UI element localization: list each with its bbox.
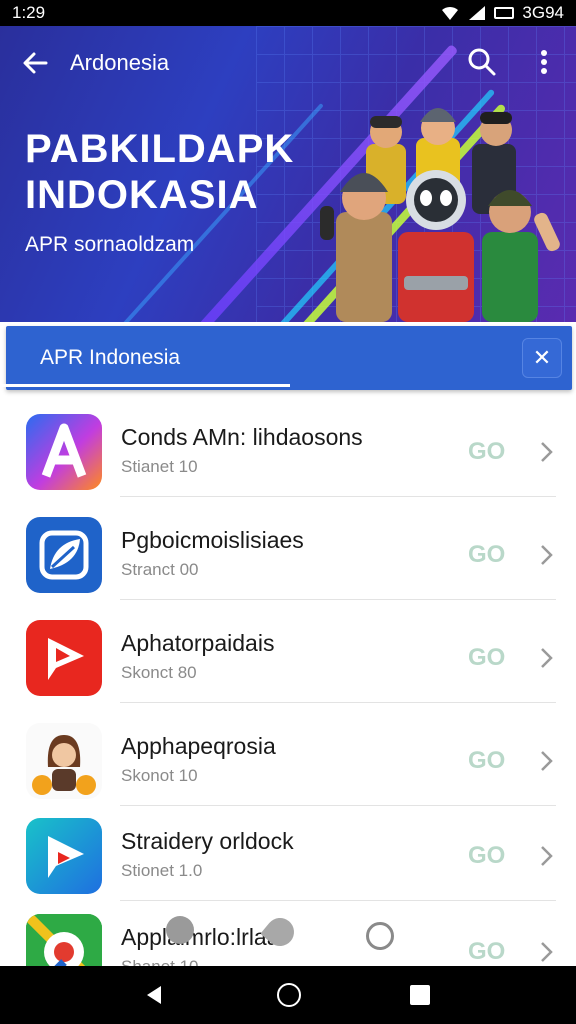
arrow-left-icon[interactable] [20,48,50,78]
chevron-right-icon [541,442,553,462]
status-clock-right: 3G94 [522,3,564,22]
nav-back-icon[interactable] [143,984,165,1006]
nav-recents-icon[interactable] [410,985,430,1005]
hero-title: PABKILDAPK INDOKASIA [25,127,295,217]
status-bar: 1:29 3G94 [0,0,576,26]
character-app-icon [26,723,102,799]
app-list: Conds AMn: lihdaosons Stianet 10 GO Pgbo… [0,394,576,966]
app-name: Aphatorpaidais [121,630,275,656]
app-bar-title: Ardonesia [70,50,170,75]
list-item[interactable]: Conds AMn: lihdaosons Stianet 10 GO [0,394,576,497]
wifi-icon [442,6,459,20]
go-button[interactable]: GO [468,541,505,569]
hero-banner: Ardonesia PABKILDAPK INDOKASIA APR sorna… [0,26,576,322]
app-name: Apphapeqrosia [121,733,276,759]
hero-subtitle: APR sornaoldzam [25,233,195,256]
status-icons: 3G94 [440,3,564,23]
app-meta: Shanet 10 [121,957,199,966]
app-name: Applalmrlo:lrlaa [121,924,280,950]
app-meta: Stranct 00 [121,560,199,579]
chevron-right-icon [541,751,553,771]
list-item[interactable]: Apphapeqrosia Skonot 10 GO [0,703,576,806]
section-title: APR Indonesia [40,346,181,369]
floating-sticker-icon[interactable] [366,922,394,950]
chevron-right-icon [541,545,553,565]
maps-app-icon [26,914,102,966]
app-meta: Stianet 10 [121,457,198,476]
app-meta: Skonct 80 [121,663,197,682]
system-nav-bar [0,966,576,1024]
search-icon[interactable] [466,46,498,78]
play-p-app-icon [26,620,102,696]
section-header: APR Indonesia ✕ [6,326,572,390]
go-button[interactable]: GO [468,938,505,966]
map-pin-app-icon [26,818,102,894]
section-tab-indicator [0,384,290,387]
go-button[interactable]: GO [468,438,505,466]
nav-home-icon[interactable] [277,983,301,1007]
list-item[interactable]: Aphatorpaidais Skonct 80 GO [0,600,576,703]
app-name: Straidery orldock [121,828,294,854]
list-item[interactable]: Straidery orldock Stionet 1.0 GO [0,798,576,901]
chevron-right-icon [541,846,553,866]
app-meta: Skonot 10 [121,766,198,785]
signal-icon [469,6,486,20]
floating-chat-icon[interactable] [166,916,194,944]
more-vertical-icon[interactable] [532,46,556,78]
leaf-app-icon [26,517,102,593]
list-item[interactable]: Pgboicmoislisiaes Stranct 00 GO [0,497,576,600]
hero-characters-illustration [320,108,560,322]
letter-a-app-icon [26,414,102,490]
app-name: Conds AMn: lihdaosons [121,424,363,450]
go-button[interactable]: GO [468,842,505,870]
chevron-right-icon [541,942,553,962]
app-meta: Stionet 1.0 [121,861,203,880]
battery-icon [494,7,515,19]
chevron-right-icon [541,648,553,668]
close-icon[interactable]: ✕ [522,338,562,378]
go-button[interactable]: GO [468,644,505,672]
app-name: Pgboicmoislisiaes [121,527,304,553]
status-time: 1:29 [12,3,46,22]
go-button[interactable]: GO [468,747,505,775]
